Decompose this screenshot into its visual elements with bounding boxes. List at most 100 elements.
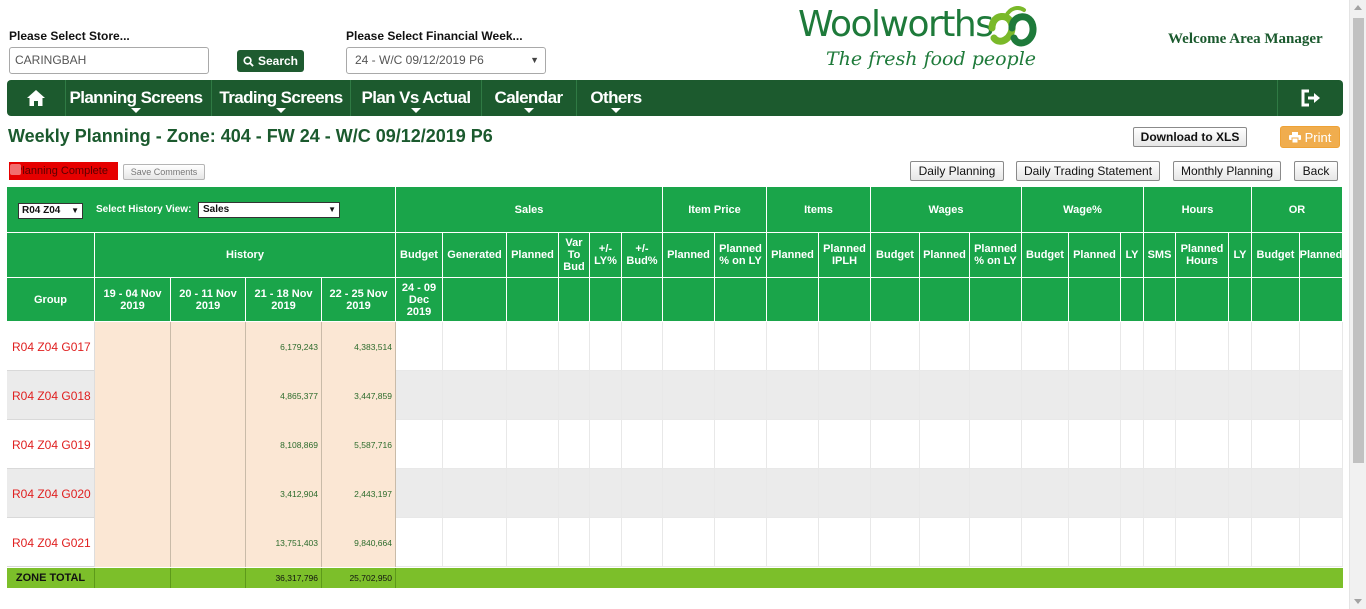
data-cell[interactable] [1121, 518, 1144, 567]
scroll-up-arrow-icon[interactable] [1354, 5, 1362, 10]
data-cell[interactable] [920, 371, 970, 420]
data-cell[interactable] [1252, 322, 1300, 371]
data-cell[interactable] [663, 469, 715, 518]
data-cell[interactable] [920, 322, 970, 371]
data-cell[interactable] [590, 371, 622, 420]
data-cell[interactable] [1144, 322, 1176, 371]
nav-calendar[interactable]: Calendar [482, 80, 575, 116]
data-cell[interactable] [559, 518, 590, 567]
data-cell[interactable] [1300, 371, 1343, 420]
nav-plan-vs-actual[interactable]: Plan Vs Actual [351, 80, 481, 116]
data-cell[interactable] [871, 371, 920, 420]
data-cell[interactable] [507, 469, 559, 518]
data-cell[interactable] [1069, 371, 1121, 420]
data-cell[interactable] [443, 518, 507, 567]
data-cell[interactable] [590, 518, 622, 567]
data-cell[interactable] [767, 322, 819, 371]
data-cell[interactable] [443, 322, 507, 371]
data-cell[interactable] [663, 420, 715, 469]
data-cell[interactable] [1176, 371, 1229, 420]
data-cell[interactable] [396, 371, 443, 420]
data-cell[interactable] [920, 469, 970, 518]
data-cell[interactable] [767, 469, 819, 518]
data-cell[interactable] [1176, 322, 1229, 371]
data-cell[interactable] [622, 420, 663, 469]
data-cell[interactable] [767, 518, 819, 567]
nav-planning-screens[interactable]: Planning Screens [66, 80, 206, 116]
data-cell[interactable] [1069, 469, 1121, 518]
print-button[interactable]: Print [1280, 126, 1340, 148]
group-link[interactable]: R04 Z04 G017 [7, 322, 95, 371]
data-cell[interactable] [1022, 518, 1069, 567]
data-cell[interactable] [871, 322, 920, 371]
data-cell[interactable] [507, 371, 559, 420]
save-comments-button[interactable]: Save Comments [123, 164, 205, 180]
data-cell[interactable] [396, 518, 443, 567]
data-cell[interactable] [1300, 518, 1343, 567]
scroll-down-arrow-icon[interactable] [1354, 599, 1362, 604]
data-cell[interactable] [507, 518, 559, 567]
data-cell[interactable] [819, 322, 871, 371]
data-cell[interactable] [1069, 518, 1121, 567]
monthly-planning-button[interactable]: Monthly Planning [1173, 161, 1281, 181]
data-cell[interactable] [871, 469, 920, 518]
data-cell[interactable] [1144, 469, 1176, 518]
data-cell[interactable] [920, 518, 970, 567]
data-cell[interactable] [715, 371, 767, 420]
group-link[interactable]: R04 Z04 G018 [7, 371, 95, 420]
data-cell[interactable] [1022, 420, 1069, 469]
group-link[interactable]: R04 Z04 G021 [7, 518, 95, 567]
home-button[interactable] [7, 80, 65, 116]
data-cell[interactable] [559, 371, 590, 420]
data-cell[interactable] [622, 518, 663, 567]
data-cell[interactable] [819, 469, 871, 518]
data-cell[interactable] [663, 518, 715, 567]
data-cell[interactable] [396, 322, 443, 371]
zone-select[interactable]: R04 Z04 ▼ [18, 203, 83, 219]
financial-week-select[interactable]: 24 - W/C 09/12/2019 P6 ▼ [346, 47, 546, 74]
data-cell[interactable] [1121, 420, 1144, 469]
vertical-scrollbar[interactable] [1349, 0, 1366, 609]
nav-trading-screens[interactable]: Trading Screens [212, 80, 350, 116]
data-cell[interactable] [819, 420, 871, 469]
store-input[interactable]: CARINGBAH [9, 47, 209, 74]
data-cell[interactable] [715, 420, 767, 469]
data-cell[interactable] [1300, 469, 1343, 518]
planning-complete-checkbox[interactable] [10, 164, 21, 175]
data-cell[interactable] [970, 420, 1022, 469]
planning-complete-flag[interactable]: Planning Complete [9, 162, 118, 180]
data-cell[interactable] [1300, 420, 1343, 469]
data-cell[interactable] [507, 420, 559, 469]
data-cell[interactable] [622, 371, 663, 420]
data-cell[interactable] [715, 322, 767, 371]
data-cell[interactable] [1022, 371, 1069, 420]
data-cell[interactable] [819, 371, 871, 420]
download-xls-button[interactable]: Download to XLS [1133, 127, 1247, 147]
nav-others[interactable]: Others [577, 80, 655, 116]
data-cell[interactable] [1252, 469, 1300, 518]
daily-planning-button[interactable]: Daily Planning [910, 161, 1004, 181]
data-cell[interactable] [1144, 420, 1176, 469]
group-link[interactable]: R04 Z04 G019 [7, 420, 95, 469]
data-cell[interactable] [920, 420, 970, 469]
data-cell[interactable] [1176, 469, 1229, 518]
data-cell[interactable] [590, 322, 622, 371]
back-button[interactable]: Back [1294, 161, 1338, 181]
data-cell[interactable] [590, 420, 622, 469]
data-cell[interactable] [715, 469, 767, 518]
data-cell[interactable] [1229, 420, 1252, 469]
search-button[interactable]: Search [237, 50, 304, 72]
data-cell[interactable] [1144, 371, 1176, 420]
data-cell[interactable] [1300, 322, 1343, 371]
data-cell[interactable] [1121, 322, 1144, 371]
data-cell[interactable] [1252, 371, 1300, 420]
scrollbar-thumb[interactable] [1353, 18, 1364, 463]
group-link[interactable]: R04 Z04 G020 [7, 469, 95, 518]
data-cell[interactable] [559, 469, 590, 518]
data-cell[interactable] [1022, 469, 1069, 518]
data-cell[interactable] [443, 371, 507, 420]
data-cell[interactable] [970, 518, 1022, 567]
data-cell[interactable] [1069, 322, 1121, 371]
data-cell[interactable] [1121, 371, 1144, 420]
data-cell[interactable] [1176, 420, 1229, 469]
